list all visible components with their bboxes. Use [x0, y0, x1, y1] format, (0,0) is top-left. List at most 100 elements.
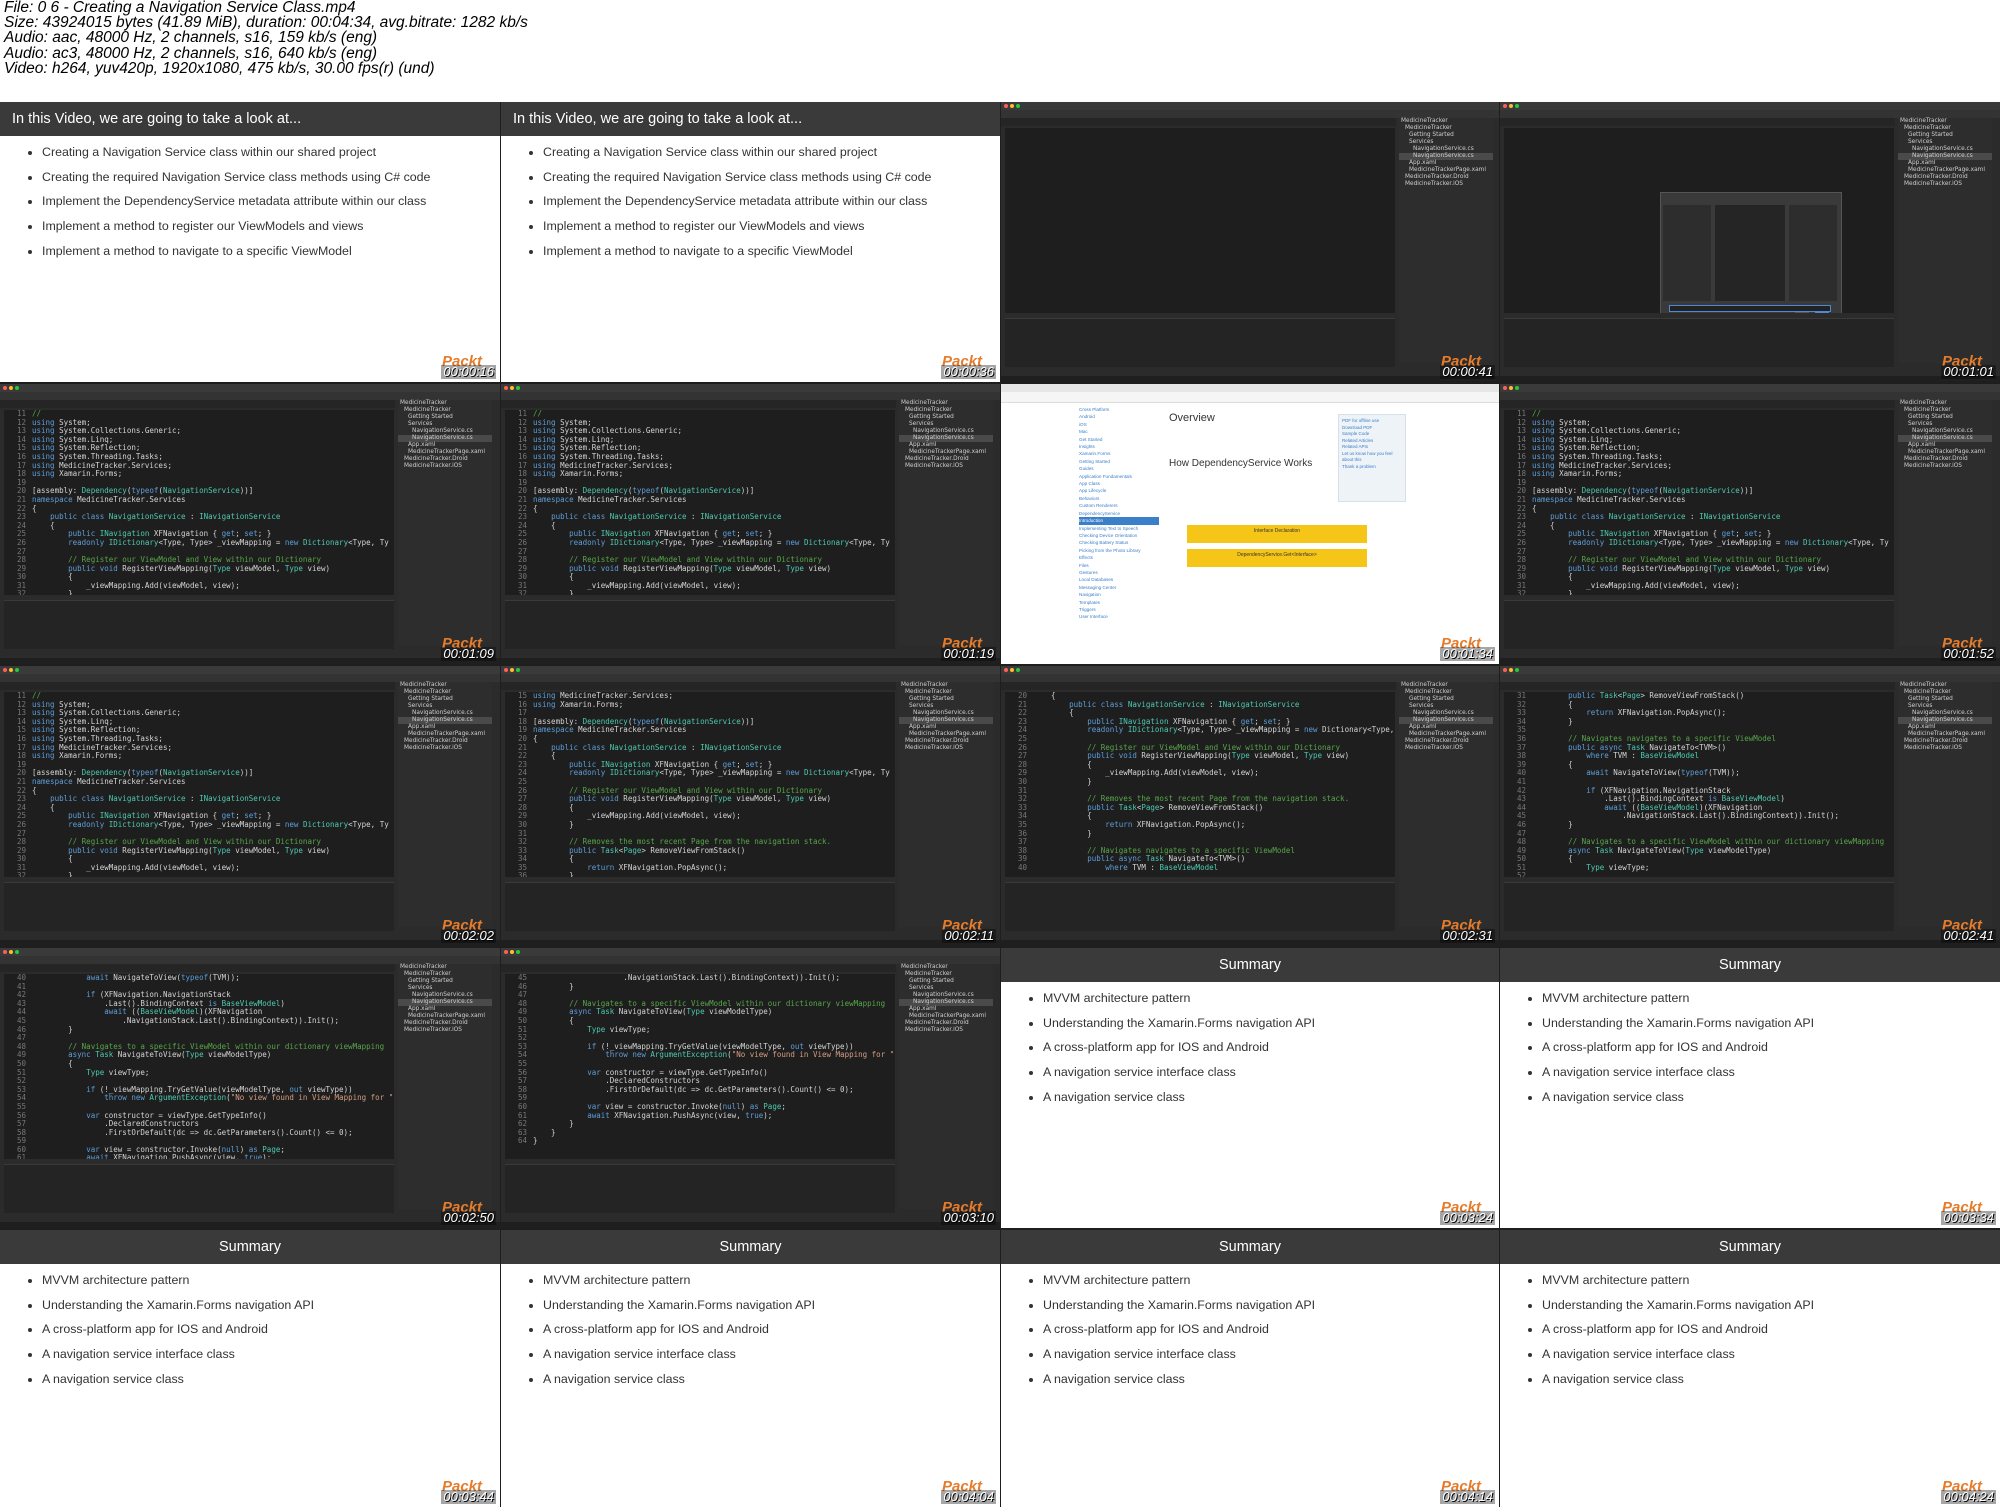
solution-tree-item[interactable]: Getting Started — [1399, 132, 1493, 139]
docs-nav-link[interactable]: Templates — [1079, 599, 1159, 606]
solution-tree-item[interactable]: Services — [899, 703, 993, 710]
close-window-icon[interactable] — [504, 950, 508, 954]
solution-tree-item[interactable]: NavigationService.cs — [398, 428, 492, 435]
solution-tree-item[interactable]: NavigationService.cs — [1898, 146, 1992, 153]
zoom-window-icon[interactable] — [516, 950, 520, 954]
docs-side-panel[interactable]: PDF for offline use Download PDF Sample Co… — [1338, 414, 1406, 502]
editor-tabs[interactable] — [501, 400, 896, 408]
editor-tabs[interactable] — [1001, 118, 1396, 126]
solution-tree-item[interactable]: MedicineTracker.iOS — [398, 1027, 492, 1034]
minimize-window-icon[interactable] — [1509, 386, 1513, 390]
solution-tree-item[interactable]: NavigationService.cs — [1898, 428, 1992, 435]
solution-tree-item[interactable]: NavigationService.cs — [1399, 146, 1493, 153]
solution-tree-item[interactable]: Getting Started — [899, 978, 993, 985]
editor-tabs[interactable] — [501, 682, 896, 690]
minimize-window-icon[interactable] — [1509, 104, 1513, 108]
zoom-window-icon[interactable] — [1515, 386, 1519, 390]
editor-tabs[interactable] — [0, 682, 395, 690]
solution-tree-item[interactable]: MedicineTracker — [899, 682, 993, 689]
solution-tree-item[interactable]: Getting Started — [1399, 696, 1493, 703]
solution-tree-item[interactable]: MedicineTracker — [398, 964, 492, 971]
solution-tree-item[interactable]: NavigationService.cs — [1399, 717, 1493, 724]
docs-side-link[interactable]: Thank a problem — [1342, 464, 1402, 471]
solution-tree-item[interactable]: MedicineTracker — [1898, 689, 1992, 696]
solution-tree-item[interactable]: MedicineTracker.Droid — [1898, 174, 1992, 181]
solution-tree-item[interactable]: App.xaml — [899, 442, 993, 449]
docs-nav-link[interactable]: Get Started — [1079, 436, 1159, 443]
docs-nav-link[interactable]: Gestures — [1079, 569, 1159, 576]
dialog-cancel-button[interactable] — [1795, 312, 1809, 313]
solution-tree-item[interactable]: MedicineTracker — [398, 689, 492, 696]
solution-tree-item[interactable]: NavigationService.cs — [899, 999, 993, 1006]
solution-tree-item[interactable]: MedicineTracker — [1898, 682, 1992, 689]
solution-tree-item[interactable]: Getting Started — [1898, 414, 1992, 421]
close-window-icon[interactable] — [1503, 668, 1507, 672]
solution-tree-item[interactable]: Getting Started — [1898, 696, 1992, 703]
new-file-dialog[interactable] — [1660, 192, 1842, 313]
solution-tree-item[interactable]: App.xaml — [1399, 160, 1493, 167]
docs-nav-link[interactable]: Mac — [1079, 428, 1159, 435]
solution-tree-item[interactable]: MedicineTracker.Droid — [398, 1020, 492, 1027]
docs-nav-link[interactable]: Introduction — [1079, 517, 1159, 525]
solution-tree-item[interactable]: MedicineTrackerPage.xaml — [1898, 449, 1992, 456]
solution-explorer[interactable]: MedicineTracker MedicineTracker Getting St… — [899, 964, 993, 1209]
code-editor[interactable]: 11// 12 using System; 13 using System.Coll… — [505, 410, 895, 595]
solution-tree-item[interactable]: MedicineTracker — [1898, 118, 1992, 125]
close-window-icon[interactable] — [3, 950, 7, 954]
solution-explorer[interactable]: MedicineTracker MedicineTracker Getting St… — [398, 400, 492, 645]
solution-tree-item[interactable]: MedicineTracker — [899, 400, 993, 407]
docs-nav-link[interactable]: Local Databases — [1079, 576, 1159, 583]
docs-nav-link[interactable]: Application Fundamentals — [1079, 473, 1159, 480]
minimize-window-icon[interactable] — [510, 950, 514, 954]
solution-explorer[interactable]: MedicineTracker MedicineTracker Getting St… — [1898, 682, 1992, 927]
solution-tree-item[interactable]: MedicineTrackerPage.xaml — [398, 449, 492, 456]
solution-tree-item[interactable]: App.xaml — [1898, 724, 1992, 731]
solution-tree-item[interactable]: MedicineTrackerPage.xaml — [899, 1013, 993, 1020]
close-window-icon[interactable] — [504, 668, 508, 672]
docs-nav[interactable]: Cross Platform Android iOS Mac Get Started In… — [1079, 406, 1159, 642]
editor-tabs[interactable] — [1500, 118, 1895, 126]
close-window-icon[interactable] — [504, 386, 508, 390]
solution-explorer[interactable]: MedicineTracker MedicineTracker Getting St… — [398, 964, 492, 1209]
dialog-template-list[interactable] — [1715, 205, 1785, 301]
editor-tabs[interactable] — [0, 400, 395, 408]
docs-nav-link[interactable]: DependencyService — [1079, 510, 1159, 517]
zoom-window-icon[interactable] — [1515, 668, 1519, 672]
zoom-window-icon[interactable] — [516, 668, 520, 672]
solution-tree-item[interactable]: MedicineTracker.Droid — [1399, 174, 1493, 181]
solution-tree-item[interactable]: MedicineTracker — [1399, 118, 1493, 125]
solution-tree-item[interactable]: MedicineTracker.Droid — [1898, 738, 1992, 745]
browser-tab-bar[interactable] — [1001, 384, 1499, 392]
docs-nav-link[interactable]: Messaging Center — [1079, 584, 1159, 591]
solution-explorer[interactable]: MedicineTracker MedicineTracker Getting St… — [398, 682, 492, 927]
docs-nav-link[interactable]: Triggers — [1079, 606, 1159, 613]
solution-tree-item[interactable]: NavigationService.cs — [1898, 435, 1992, 442]
solution-tree-item[interactable]: NavigationService.cs — [899, 992, 993, 999]
code-editor[interactable]: 40 await NavigateToView(typeof(TVM)); 41… — [4, 974, 394, 1159]
solution-tree-item[interactable]: MedicineTracker.iOS — [398, 463, 492, 470]
solution-tree-item[interactable]: MedicineTracker.Droid — [398, 738, 492, 745]
docs-nav-link[interactable]: Picking from the Photo Library — [1079, 547, 1159, 554]
code-editor[interactable] — [1005, 128, 1395, 313]
docs-nav-link[interactable]: Android — [1079, 413, 1159, 420]
code-editor[interactable] — [1504, 128, 1894, 313]
docs-nav-link[interactable]: Implementing Text to Speech — [1079, 525, 1159, 532]
solution-tree-item[interactable]: MedicineTrackerPage.xaml — [1399, 731, 1493, 738]
solution-tree-item[interactable]: MedicineTrackerPage.xaml — [899, 449, 993, 456]
docs-nav-link[interactable]: Insights — [1079, 443, 1159, 450]
docs-nav-link[interactable]: App Class — [1079, 480, 1159, 487]
minimize-window-icon[interactable] — [9, 950, 13, 954]
solution-tree-item[interactable]: MedicineTracker.iOS — [899, 1027, 993, 1034]
solution-tree-item[interactable]: MedicineTracker — [899, 407, 993, 414]
code-editor[interactable]: 45 .NavigationStack.Last().BindingContex… — [505, 974, 895, 1159]
solution-tree-item[interactable]: NavigationService.cs — [1898, 710, 1992, 717]
solution-tree-item[interactable]: NavigationService.cs — [398, 717, 492, 724]
solution-tree-item[interactable]: Services — [899, 985, 993, 992]
solution-tree-item[interactable]: Services — [398, 703, 492, 710]
solution-tree-item[interactable]: Services — [1898, 703, 1992, 710]
solution-tree-item[interactable]: NavigationService.cs — [1898, 153, 1992, 160]
minimize-window-icon[interactable] — [1010, 668, 1014, 672]
solution-tree-item[interactable]: Services — [1399, 703, 1493, 710]
docs-nav-link[interactable]: User Interface — [1079, 613, 1159, 620]
docs-nav-link[interactable]: Xamarin.Forms — [1079, 450, 1159, 457]
